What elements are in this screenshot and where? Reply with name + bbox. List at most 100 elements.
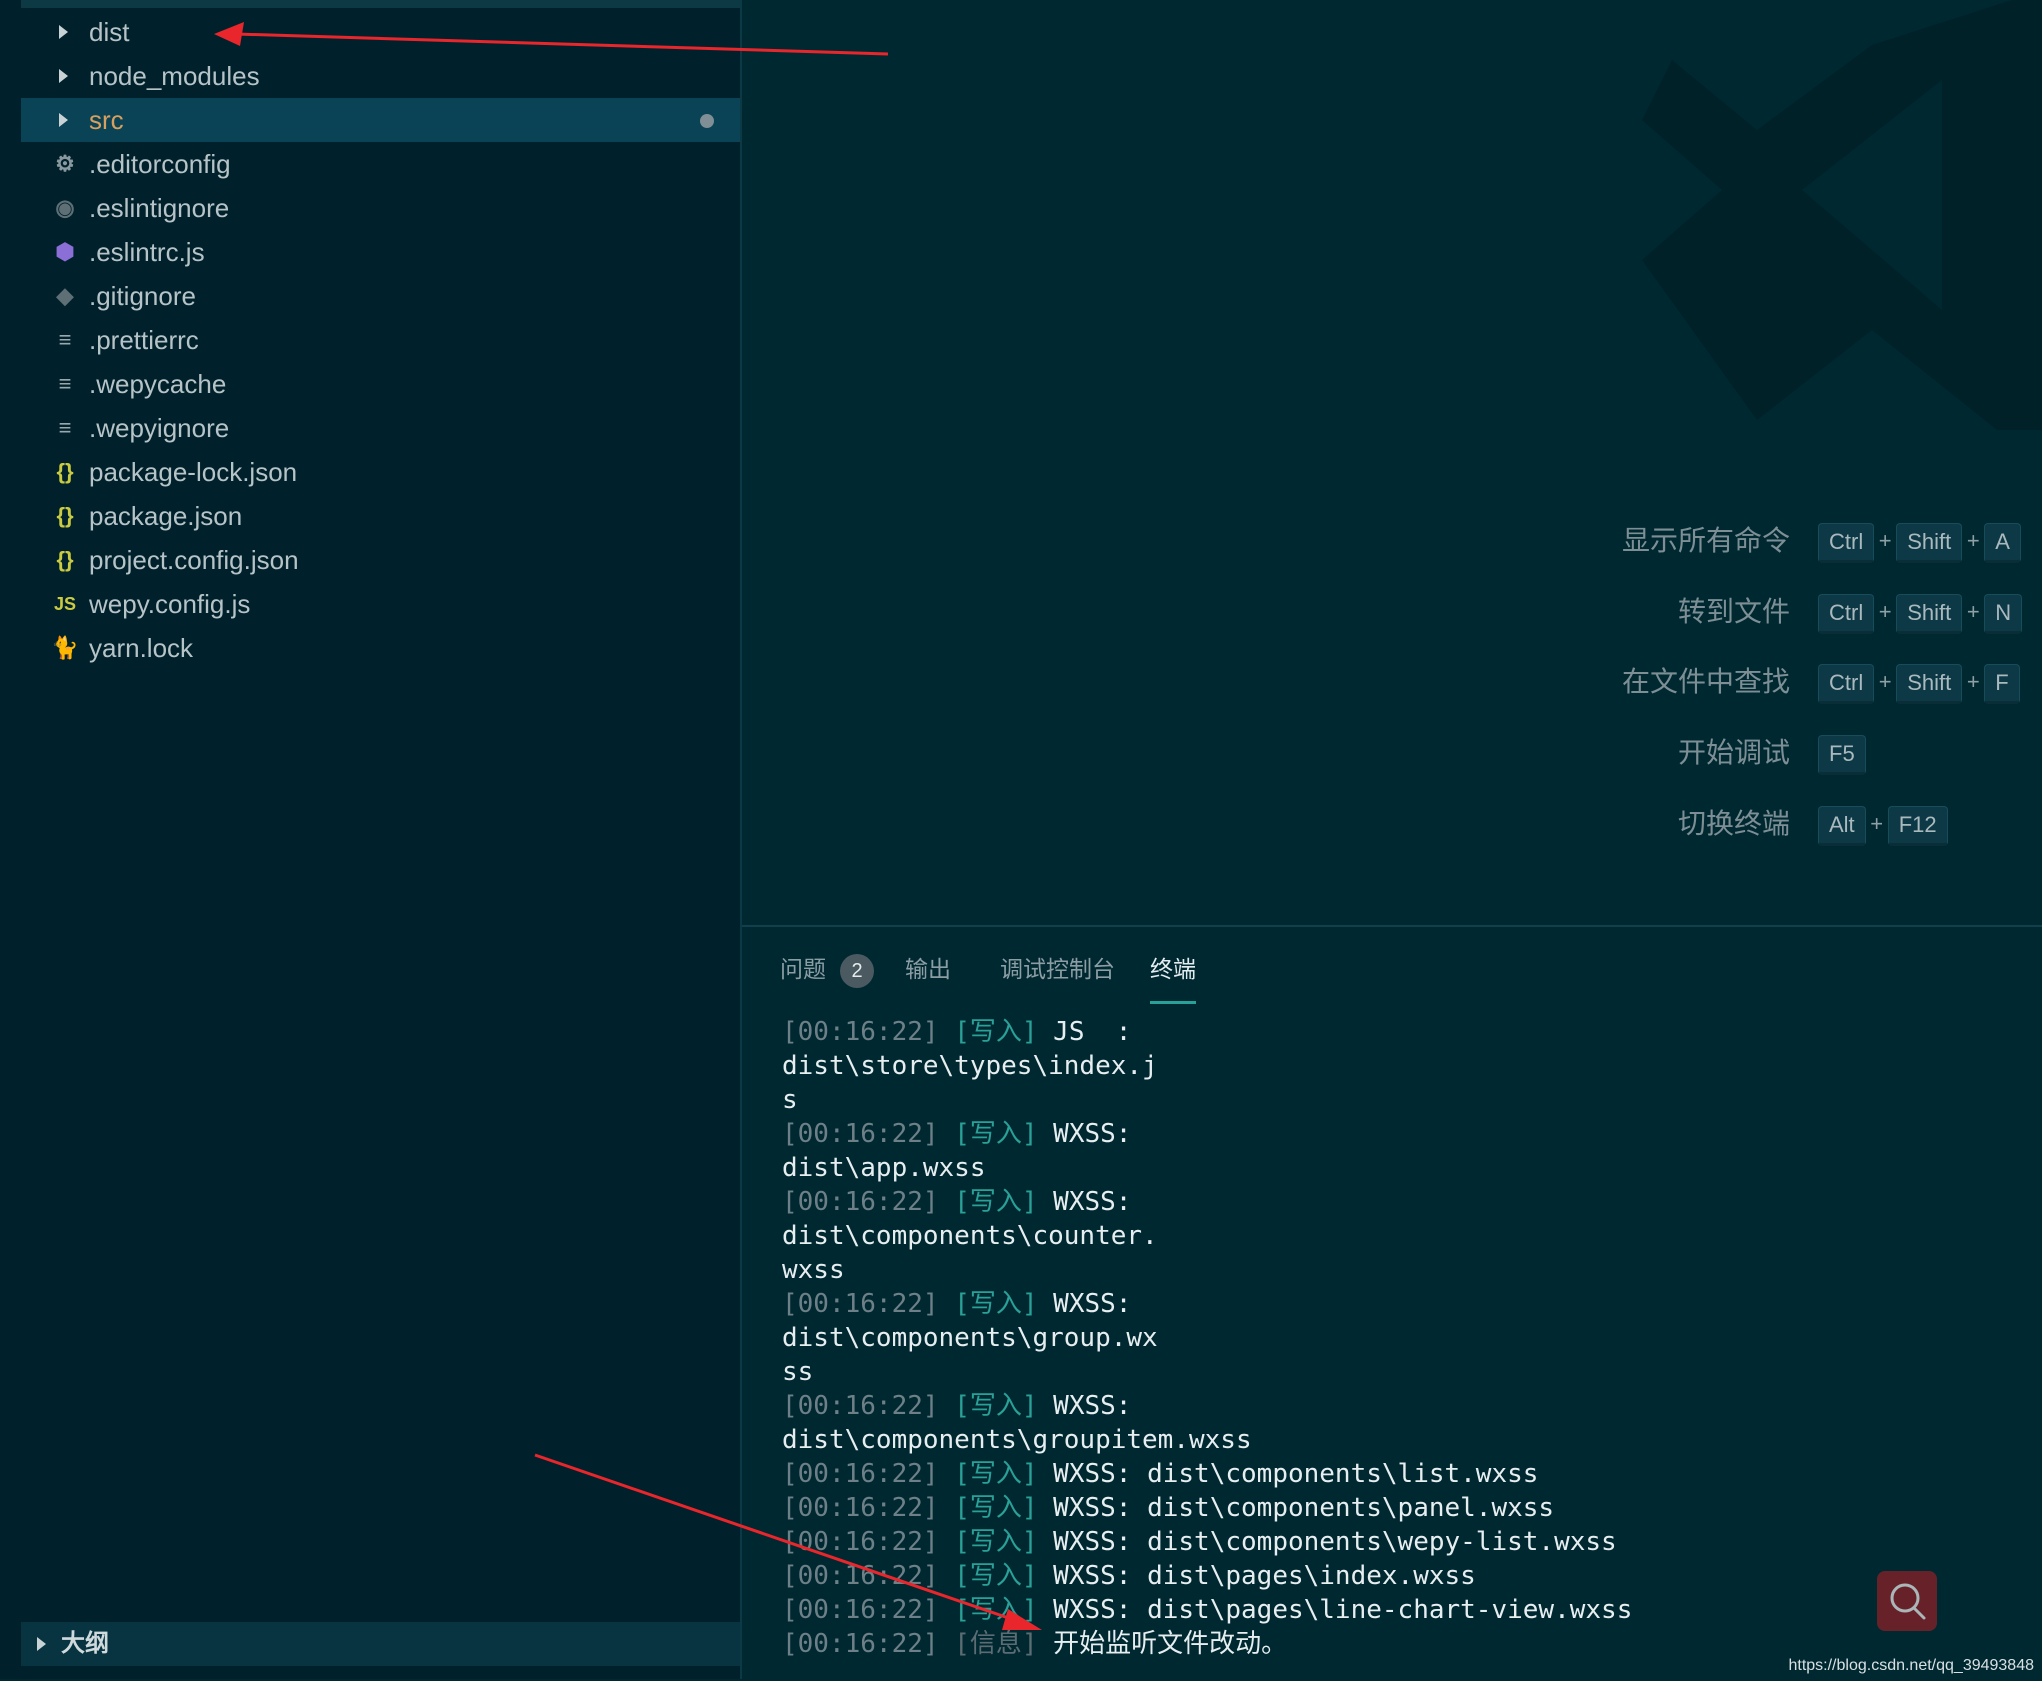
outline-section-header[interactable]: 大纲 — [21, 1622, 740, 1666]
file-item[interactable]: ≡ .prettierrc — [21, 318, 740, 362]
log-text: WXSS: — [1037, 1187, 1132, 1217]
eslint-ignore-icon: ◉ — [55, 195, 75, 220]
git-icon: ◆ — [56, 283, 74, 308]
terminal-line: dist\components\groupitem.wxss — [782, 1423, 2022, 1457]
file-item[interactable]: ◉ .eslintignore — [21, 186, 740, 230]
log-text: WXSS: — [1037, 1391, 1132, 1421]
file-item[interactable]: ≡ .wepyignore — [21, 406, 740, 450]
log-timestamp: [00:16:22] — [782, 1459, 939, 1489]
terminal-output[interactable]: [00:16:22] [写入] JS : dist\store\types\ind… — [782, 1015, 2022, 1661]
csdn-watermark: https://blog.csdn.net/qq_39493848 — [1788, 1657, 2034, 1674]
shortcut-hint: 显示所有命令 Ctrl + Shift + A — [742, 519, 2042, 563]
chevron-right-icon — [59, 113, 68, 127]
text-lines-icon: ≡ — [58, 415, 72, 440]
shortcut-hint: 转到文件 Ctrl + Shift + N — [742, 590, 2042, 634]
log-timestamp: [00:16:22] — [782, 1493, 939, 1523]
terminal-line: [00:16:22] [写入] WXSS: — [782, 1287, 2022, 1321]
log-text: WXSS: — [1037, 1289, 1132, 1319]
file-item[interactable]: ⚙ .editorconfig — [21, 142, 740, 186]
terminal-line: s — [782, 1083, 2022, 1117]
log-tag: [写入] — [954, 1561, 1038, 1591]
tab-label: 调试控制台 — [1000, 956, 1115, 982]
shortcut-label: 切换终端 — [1677, 808, 1790, 839]
file-item[interactable]: 🐈 yarn.lock — [21, 626, 740, 670]
search-float-button[interactable] — [1877, 1571, 1937, 1631]
shortcut-keys: F5 — [1818, 735, 1866, 775]
tree-item-label: project.config.json — [89, 545, 299, 575]
log-timestamp: [00:16:22] — [782, 1561, 939, 1591]
keycap: Shift — [1896, 664, 1963, 704]
log-tag: [写入] — [954, 1187, 1038, 1217]
tab-label: 终端 — [1150, 956, 1196, 982]
log-text: WXSS: dist\components\list.wxss — [1037, 1459, 1539, 1489]
terminal-line: [00:16:22] [写入] JS : — [782, 1015, 2022, 1049]
log-timestamp: [00:16:22] — [782, 1527, 939, 1557]
folder-item[interactable]: node_modules — [21, 54, 740, 98]
tree-item-label: wepy.config.js — [89, 589, 251, 619]
log-text: WXSS: dist\components\panel.wxss — [1037, 1493, 1555, 1523]
log-timestamp: [00:16:22] — [782, 1629, 939, 1659]
terminal-line: [00:16:22] [写入] WXSS: dist\components\we… — [782, 1525, 2022, 1559]
terminal-line: dist\app.wxss — [782, 1151, 2022, 1185]
file-item[interactable]: {} package-lock.json — [21, 450, 740, 494]
tree-item-label: .gitignore — [89, 281, 196, 311]
tab-problems[interactable]: 问题 2 — [780, 949, 874, 989]
keycap: F12 — [1887, 806, 1948, 846]
plus-separator: + — [1966, 528, 1980, 553]
shortcut-label: 开始调试 — [1677, 737, 1790, 768]
shortcut-label: 在文件中查找 — [1621, 666, 1790, 697]
file-item[interactable]: {} project.config.json — [21, 538, 740, 582]
tab-label: 问题 — [780, 956, 826, 982]
tree-item-label: .eslintignore — [89, 193, 230, 223]
keycap: Shift — [1896, 523, 1963, 563]
file-item[interactable]: ⬢ .eslintrc.js — [21, 230, 740, 274]
json-braces-icon: {} — [56, 547, 74, 572]
tree-item-label: package-lock.json — [89, 457, 298, 487]
tree-item-label: package.json — [89, 501, 243, 531]
tree-item-label: .editorconfig — [89, 149, 231, 179]
log-text: JS : — [1037, 1017, 1132, 1047]
log-text: WXSS: dist\pages\line-chart-view.wxss — [1037, 1595, 1633, 1625]
log-text: WXSS: — [1037, 1119, 1132, 1149]
shortcut-keys: Ctrl + Shift + F — [1818, 664, 2020, 704]
keycap: Ctrl — [1818, 594, 1875, 634]
explorer-header-strip — [21, 0, 740, 8]
terminal-line: ss — [782, 1355, 2022, 1389]
tree-item-label: .prettierrc — [89, 325, 199, 355]
gear-icon: ⚙ — [55, 151, 75, 176]
tab-debug-console[interactable]: 调试控制台 — [1000, 949, 1115, 989]
file-item[interactable]: JS wepy.config.js — [21, 582, 740, 626]
file-item[interactable]: {} package.json — [21, 494, 740, 538]
shortcut-hint: 在文件中查找 Ctrl + Shift + F — [742, 660, 2042, 704]
file-item[interactable]: ≡ .wepycache — [21, 362, 740, 406]
tree-item-label: src — [89, 105, 124, 135]
folder-item[interactable]: src — [21, 98, 740, 142]
yarn-icon: 🐈 — [51, 635, 79, 660]
tab-terminal[interactable]: 终端 — [1150, 949, 1196, 1004]
terminal-line: [00:16:22] [写入] WXSS: — [782, 1185, 2022, 1219]
tree-item-label: .eslintrc.js — [89, 237, 205, 267]
log-timestamp: [00:16:22] — [782, 1391, 939, 1421]
modified-dot-icon — [700, 114, 714, 128]
plus-separator: + — [1966, 599, 1980, 624]
shortcut-hint: 开始调试 F5 — [742, 731, 2042, 775]
tab-label: 输出 — [905, 956, 951, 982]
log-text: dist\store\types\index.j — [782, 1051, 1158, 1081]
chevron-right-icon — [37, 1637, 46, 1651]
terminal-line: [00:16:22] [写入] WXSS: dist\pages\line-ch… — [782, 1593, 2022, 1627]
folder-item[interactable]: dist — [21, 10, 740, 54]
log-tag: [信息] — [954, 1629, 1038, 1659]
keycap: Shift — [1896, 594, 1963, 634]
terminal-line: dist\components\counter. — [782, 1219, 2022, 1253]
text-lines-icon: ≡ — [58, 327, 72, 352]
terminal-line: [00:16:22] [写入] WXSS: dist\components\li… — [782, 1457, 2022, 1491]
tab-output[interactable]: 输出 — [905, 949, 951, 989]
file-tree: dist node_modulessrc ⚙ .editorconfig ◉ .eslin… — [21, 10, 740, 670]
log-tag: [写入] — [954, 1017, 1038, 1047]
eslint-icon: ⬢ — [55, 239, 75, 264]
keycap: Alt — [1818, 806, 1866, 846]
log-text: dist\components\groupitem.wxss — [782, 1425, 1252, 1455]
plus-separator: + — [1966, 669, 1980, 694]
file-item[interactable]: ◆ .gitignore — [21, 274, 740, 318]
plus-separator: + — [1878, 599, 1892, 624]
